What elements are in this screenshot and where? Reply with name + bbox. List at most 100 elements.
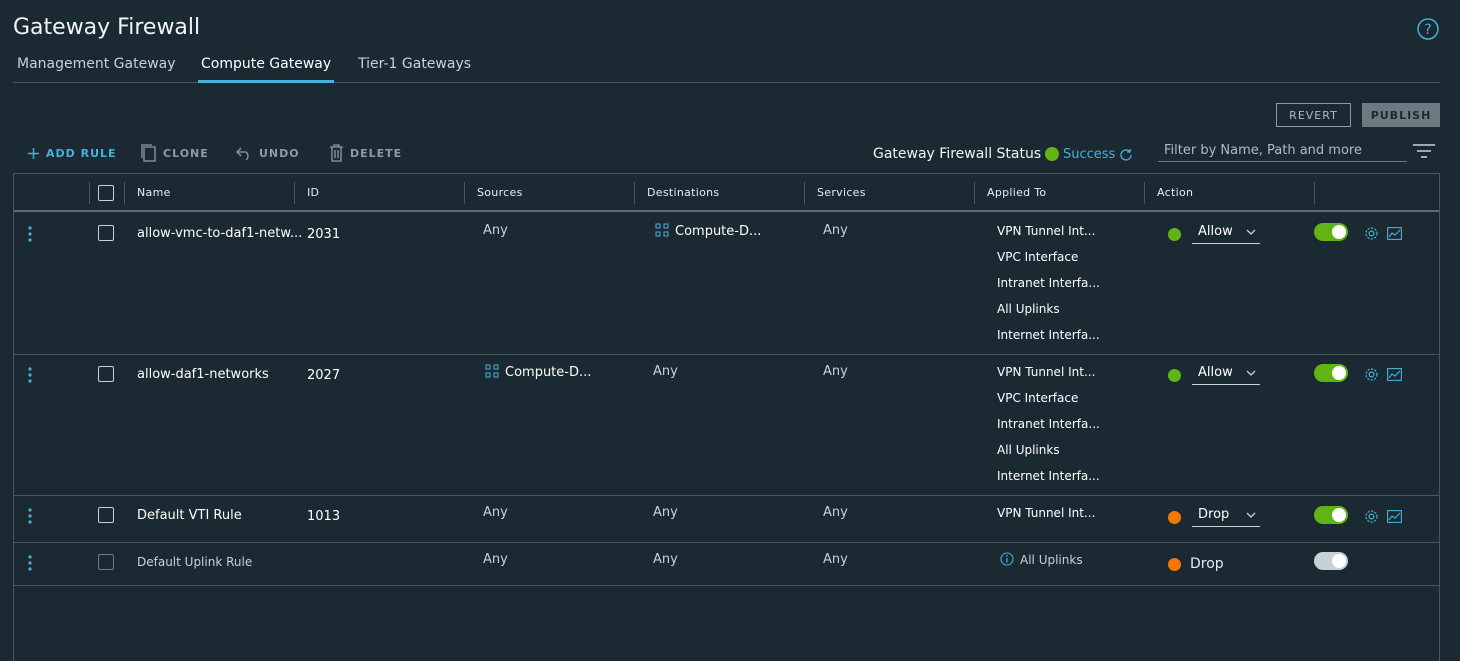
action-dropdown[interactable]: Drop <box>1192 507 1260 527</box>
undo-label: UNDO <box>259 146 300 160</box>
kebab-icon[interactable] <box>25 554 35 572</box>
graph-icon[interactable] <box>1387 368 1402 381</box>
applied-to-item: VPC Interface <box>997 391 1079 405</box>
action-status-dot <box>1168 228 1181 241</box>
column-services[interactable]: Services <box>817 186 866 199</box>
action-status-dot <box>1168 369 1181 382</box>
rule-id: 1013 <box>307 509 341 524</box>
rule-services: Any <box>823 552 848 567</box>
gear-icon[interactable] <box>1364 367 1379 382</box>
applied-to-item: All Uplinks <box>1000 552 1083 567</box>
tab-bar: Management Gateway Compute Gateway Tier-… <box>13 56 1440 83</box>
rule-id: 2027 <box>307 368 341 383</box>
rule-services: Any <box>823 505 848 520</box>
column-name[interactable]: Name <box>137 186 171 199</box>
chevron-down-icon <box>1246 229 1256 235</box>
tab-tier1-gateways[interactable]: Tier-1 Gateways <box>358 56 471 83</box>
row-checkbox[interactable] <box>98 507 114 523</box>
action-dropdown[interactable]: Allow <box>1192 365 1260 385</box>
rule-enabled-toggle[interactable] <box>1314 364 1348 382</box>
table-row[interactable]: allow-vmc-to-daf1-netw... 2031 Any Compu… <box>14 214 1439 355</box>
rule-name: allow-daf1-networks <box>137 367 269 382</box>
refresh-icon[interactable] <box>1119 148 1133 162</box>
table-row[interactable]: allow-daf1-networks 2027 Compute-D... An… <box>14 355 1439 496</box>
group-icon <box>655 223 669 237</box>
rule-destinations: Any <box>653 552 678 567</box>
rule-destinations[interactable]: Compute-D... <box>655 223 761 239</box>
revert-button[interactable]: REVERT <box>1276 103 1351 127</box>
help-icon[interactable]: ? <box>1417 18 1439 40</box>
column-id[interactable]: ID <box>307 186 319 199</box>
filter-icon[interactable] <box>1413 144 1435 158</box>
info-icon[interactable] <box>1000 552 1014 566</box>
applied-to-item: Intranet Interfa... <box>997 276 1100 290</box>
applied-to-item: Intranet Interfa... <box>997 417 1100 431</box>
tab-compute-gateway[interactable]: Compute Gateway <box>198 56 335 83</box>
rule-enabled-toggle[interactable] <box>1314 223 1348 241</box>
kebab-icon[interactable] <box>25 366 35 384</box>
rule-destinations: Any <box>653 505 678 520</box>
rule-name: Default Uplink Rule <box>137 555 253 569</box>
action-dropdown[interactable]: Allow <box>1192 224 1260 244</box>
status-indicator <box>1045 147 1059 161</box>
column-applied-to[interactable]: Applied To <box>987 186 1046 199</box>
gear-icon[interactable] <box>1364 509 1379 524</box>
row-checkbox[interactable] <box>98 366 114 382</box>
delete-button[interactable]: DELETE <box>329 142 402 164</box>
rule-name: allow-vmc-to-daf1-netw... <box>137 226 303 241</box>
applied-to-item: All Uplinks <box>997 443 1060 457</box>
action-value: Drop <box>1190 556 1224 572</box>
plus-icon <box>28 147 39 159</box>
chevron-down-icon <box>1246 370 1256 376</box>
rule-services: Any <box>823 364 848 379</box>
clone-button[interactable]: CLONE <box>140 142 209 164</box>
undo-icon <box>236 147 249 161</box>
rule-destinations: Any <box>653 364 678 379</box>
column-destinations[interactable]: Destinations <box>647 186 719 199</box>
undo-button[interactable]: UNDO <box>236 142 300 164</box>
trash-icon <box>330 144 343 162</box>
firewall-status-label: Gateway Firewall Status <box>873 146 1042 162</box>
rule-enabled-toggle[interactable] <box>1314 506 1348 524</box>
graph-icon[interactable] <box>1387 227 1402 240</box>
svg-text:?: ? <box>1424 22 1431 38</box>
add-rule-label: ADD RULE <box>46 146 117 160</box>
tab-management-gateway[interactable]: Management Gateway <box>17 56 176 83</box>
table-row[interactable]: Default Uplink Rule Any Any Any All Upli… <box>14 543 1439 586</box>
row-checkbox <box>98 554 114 570</box>
applied-to-item: All Uplinks <box>997 302 1060 316</box>
rule-sources: Any <box>483 223 508 238</box>
page-title: Gateway Firewall <box>13 15 201 40</box>
add-rule-button[interactable]: ADD RULE <box>27 142 117 164</box>
rule-id: 2031 <box>307 227 341 242</box>
table-row[interactable]: Default VTI Rule 1013 Any Any Any VPN Tu… <box>14 496 1439 543</box>
kebab-icon[interactable] <box>25 225 35 243</box>
firewall-status-value: Success <box>1063 147 1116 162</box>
filter-input[interactable] <box>1158 140 1407 162</box>
rule-enabled-toggle <box>1314 552 1348 570</box>
group-icon <box>485 364 499 378</box>
kebab-icon[interactable] <box>25 507 35 525</box>
applied-to-item: VPN Tunnel Int... <box>997 224 1096 238</box>
delete-label: DELETE <box>350 146 403 160</box>
applied-to-item: Internet Interfa... <box>997 328 1100 342</box>
rules-table: Name ID Sources Destinations Services Ap… <box>13 173 1440 661</box>
applied-to-item: Internet Interfa... <box>997 469 1100 483</box>
column-sources[interactable]: Sources <box>477 186 523 199</box>
select-all-checkbox[interactable] <box>98 185 114 201</box>
rule-sources[interactable]: Compute-D... <box>485 364 591 380</box>
graph-icon[interactable] <box>1387 510 1402 523</box>
gear-icon[interactable] <box>1364 226 1379 241</box>
clone-label: CLONE <box>163 146 209 160</box>
rule-sources: Any <box>483 552 508 567</box>
applied-to-item: VPN Tunnel Int... <box>997 365 1096 379</box>
applied-to-item: VPC Interface <box>997 250 1079 264</box>
applied-to-item: VPN Tunnel Int... <box>997 506 1096 520</box>
row-checkbox[interactable] <box>98 225 114 241</box>
clone-icon <box>141 144 156 162</box>
rule-name: Default VTI Rule <box>137 508 242 523</box>
publish-button[interactable]: PUBLISH <box>1362 103 1440 127</box>
table-header: Name ID Sources Destinations Services Ap… <box>14 174 1439 212</box>
column-action[interactable]: Action <box>1157 186 1193 199</box>
rule-services: Any <box>823 223 848 238</box>
